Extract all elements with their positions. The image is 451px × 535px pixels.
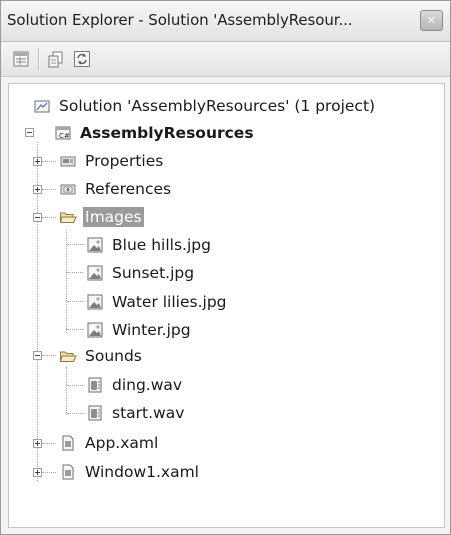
tree-node-image-file[interactable]: Winter.jpg xyxy=(86,317,193,343)
properties-expand-toggle[interactable] xyxy=(33,157,42,166)
project-label: AssemblyResources xyxy=(80,124,254,142)
toolbar-separator xyxy=(38,48,40,70)
tree-line xyxy=(67,301,83,302)
tree-node-window1-xaml[interactable]: Window1.xaml xyxy=(59,459,201,485)
tree-node-properties[interactable]: Properties xyxy=(59,148,165,174)
properties-label: Properties xyxy=(85,152,164,170)
images-collapse-toggle[interactable] xyxy=(33,213,42,222)
image-file-icon xyxy=(87,237,103,253)
image-file-label: Blue hills.jpg xyxy=(112,236,211,254)
images-folder-label: Images xyxy=(83,207,144,227)
window1-xaml-expand-toggle[interactable] xyxy=(33,468,42,477)
solution-label: Solution 'AssemblyResources' (1 project) xyxy=(59,97,376,115)
tree-node-image-file[interactable]: Water lilies.jpg xyxy=(86,289,229,315)
tree-line xyxy=(66,367,67,415)
app-xaml-label: App.xaml xyxy=(85,434,159,452)
references-folder-icon xyxy=(60,184,76,195)
references-label: References xyxy=(85,180,172,198)
tree-line xyxy=(66,230,67,333)
show-all-files-icon xyxy=(48,51,63,68)
close-icon: ✕ xyxy=(426,14,437,27)
image-file-icon xyxy=(87,322,103,338)
sound-file-icon xyxy=(88,405,102,421)
project-collapse-toggle[interactable] xyxy=(25,128,34,137)
tree-line xyxy=(42,443,56,444)
properties-button[interactable] xyxy=(11,49,31,69)
tree-node-sounds-folder[interactable]: Sounds xyxy=(59,343,144,369)
sounds-collapse-toggle[interactable] xyxy=(33,351,42,360)
solution-tree[interactable]: Solution 'AssemblyResources' (1 project)… xyxy=(8,83,445,528)
tree-node-images-folder[interactable]: Images xyxy=(59,204,144,230)
tree-line xyxy=(42,355,56,356)
tree-line xyxy=(67,244,83,245)
tree-node-project[interactable]: C# AssemblyResources xyxy=(54,120,256,146)
xaml-file-icon xyxy=(62,435,74,451)
tree-node-app-xaml[interactable]: App.xaml xyxy=(59,430,160,456)
window1-xaml-label: Window1.xaml xyxy=(85,463,199,481)
refresh-button[interactable] xyxy=(72,49,92,69)
tree-line xyxy=(42,189,56,190)
references-expand-toggle[interactable] xyxy=(33,185,42,194)
tree-node-image-file[interactable]: Blue hills.jpg xyxy=(86,232,213,258)
show-all-files-button[interactable] xyxy=(46,49,66,69)
tree-node-sound-file[interactable]: start.wav xyxy=(86,400,186,426)
close-button[interactable]: ✕ xyxy=(420,10,443,31)
app-xaml-expand-toggle[interactable] xyxy=(33,439,42,448)
properties-folder-icon xyxy=(60,156,76,167)
title-bar[interactable]: Solution Explorer - Solution 'AssemblyRe… xyxy=(1,1,450,42)
xaml-file-icon xyxy=(62,464,74,480)
tree-line xyxy=(42,217,56,218)
solution-icon xyxy=(34,100,50,113)
tree-node-references[interactable]: References xyxy=(59,176,173,202)
tree-line xyxy=(67,329,83,330)
window-title: Solution Explorer - Solution 'AssemblyRe… xyxy=(7,11,353,29)
open-folder-icon xyxy=(59,351,77,362)
tree-line xyxy=(42,161,56,162)
image-file-label: Sunset.jpg xyxy=(112,264,195,282)
sound-file-label: ding.wav xyxy=(112,376,183,394)
toolbar xyxy=(1,42,450,77)
solution-explorer-window: Solution Explorer - Solution 'AssemblyRe… xyxy=(0,0,451,535)
image-file-label: Water lilies.jpg xyxy=(112,293,227,311)
image-file-icon xyxy=(87,265,103,281)
tree-line xyxy=(67,272,83,273)
tree-line xyxy=(42,472,56,473)
open-folder-icon xyxy=(59,212,77,223)
image-file-icon xyxy=(87,294,103,310)
project-icon: C# xyxy=(55,126,71,140)
tree-node-sound-file[interactable]: ding.wav xyxy=(86,372,184,398)
image-file-label: Winter.jpg xyxy=(112,321,191,339)
refresh-icon xyxy=(74,51,90,67)
svg-text:C#: C# xyxy=(59,132,70,140)
tree-line xyxy=(67,413,83,414)
tree-node-image-file[interactable]: Sunset.jpg xyxy=(86,260,196,286)
properties-icon xyxy=(13,51,29,67)
tree-node-solution[interactable]: Solution 'AssemblyResources' (1 project) xyxy=(33,93,377,119)
tree-line xyxy=(67,385,83,386)
sound-file-label: start.wav xyxy=(112,404,185,422)
sounds-folder-label: Sounds xyxy=(85,347,142,365)
sound-file-icon xyxy=(88,377,102,393)
